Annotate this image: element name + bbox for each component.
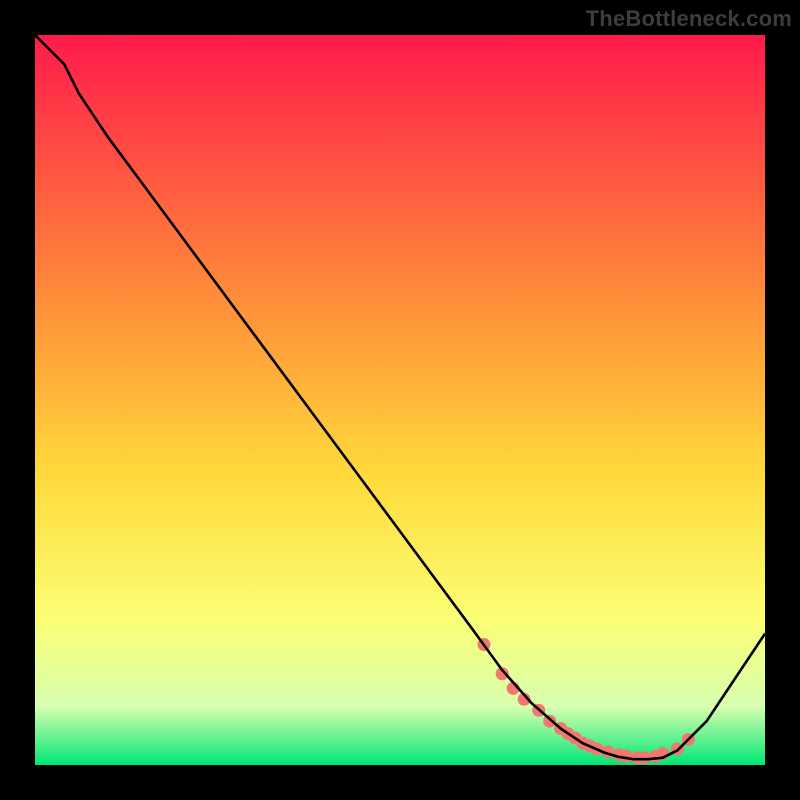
chart-svg (35, 35, 765, 765)
watermark-text: TheBottleneck.com (586, 6, 792, 32)
data-point (638, 751, 651, 764)
chart-frame: TheBottleneck.com (0, 0, 800, 800)
plot-area (35, 35, 765, 765)
gradient-background (35, 35, 765, 765)
